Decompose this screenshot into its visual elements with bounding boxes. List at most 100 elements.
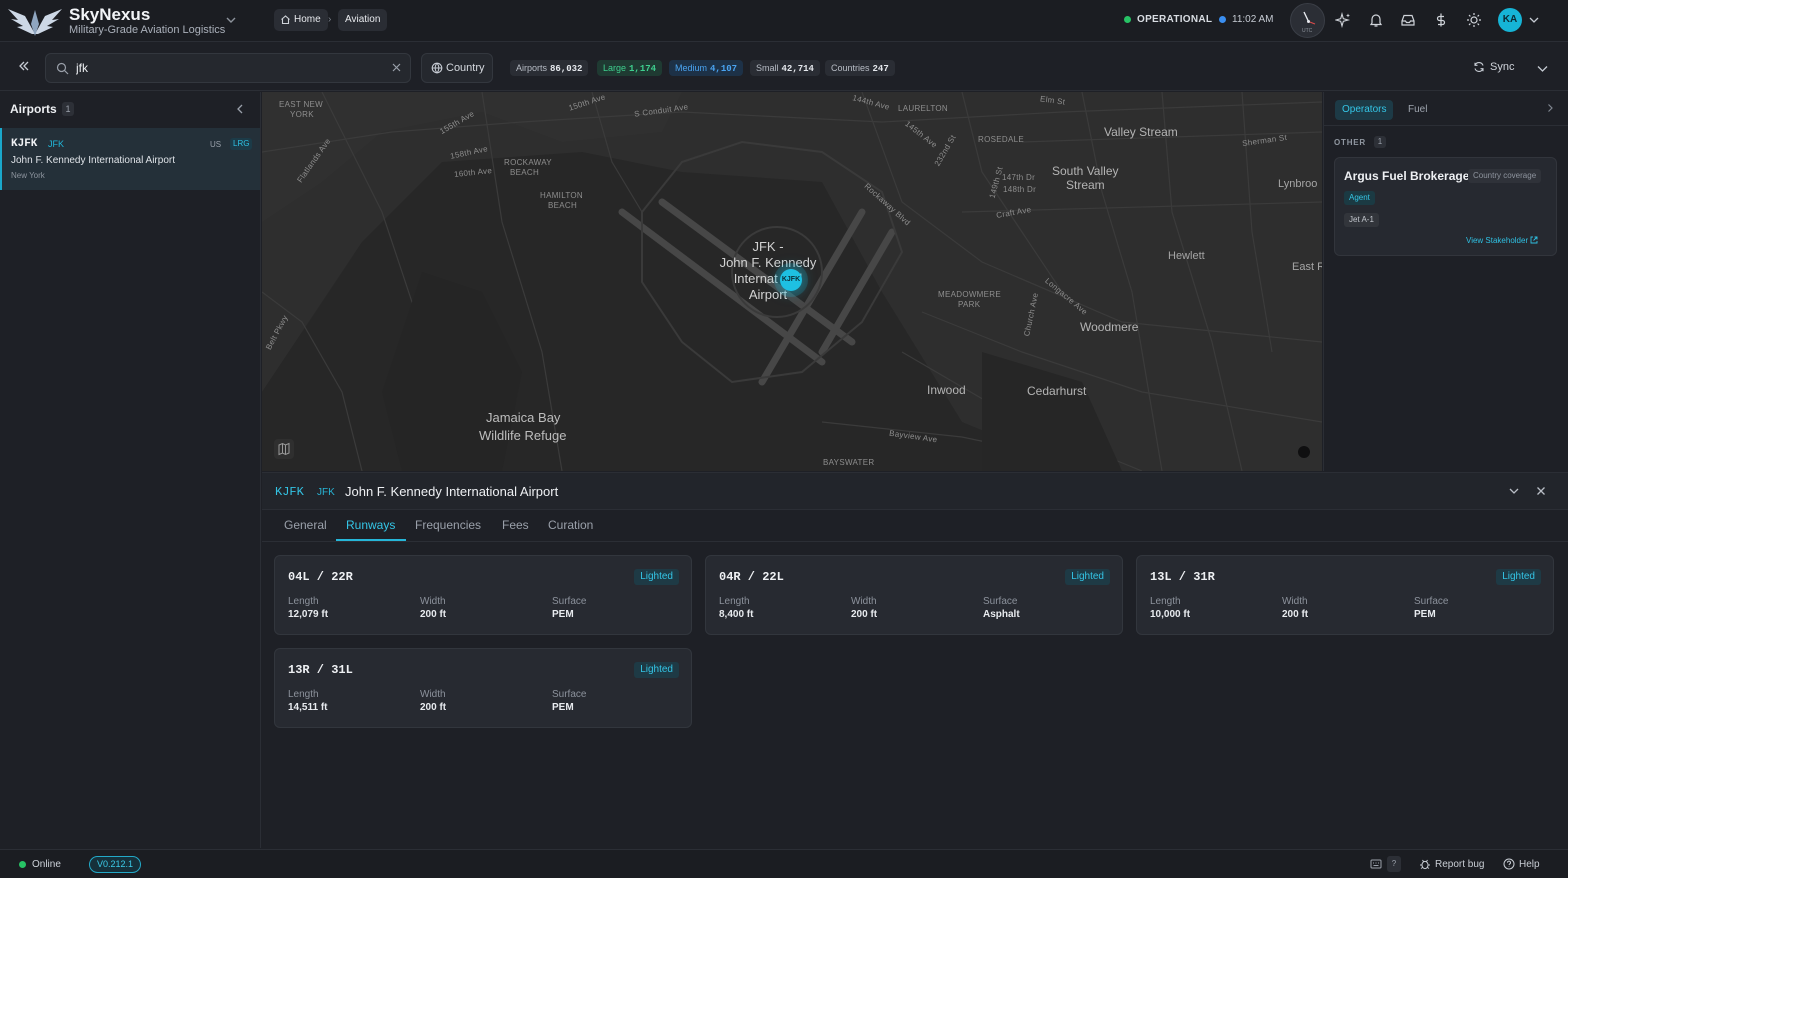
refresh-icon xyxy=(1474,62,1484,72)
tab-runways[interactable]: Runways xyxy=(346,518,395,532)
chevron-right-icon[interactable] xyxy=(1545,103,1555,113)
operator-fuel-badge: Jet A-1 xyxy=(1344,213,1379,227)
runway-surface-label: Surface xyxy=(1414,596,1449,607)
stat-airports-label: Airports xyxy=(516,63,548,73)
stat-countries-label: Countries xyxy=(831,63,870,73)
airport-size-badge: LRG xyxy=(230,138,253,150)
dollar-icon[interactable] xyxy=(1433,12,1449,28)
airport-country: US xyxy=(210,140,222,149)
map-info-icon[interactable] xyxy=(1298,446,1310,458)
map-label-valley-stream: Valley Stream xyxy=(1104,125,1178,139)
home-icon xyxy=(281,15,290,25)
globe-icon xyxy=(431,62,443,74)
runway-surface-value: PEM xyxy=(552,609,574,620)
runway-length-value: 12,079 ft xyxy=(288,609,329,620)
close-icon[interactable] xyxy=(391,62,402,73)
runway-width-value: 200 ft xyxy=(420,702,447,713)
map-label-laurelton: LAURELTON xyxy=(898,104,948,113)
runway-length-value: 14,511 ft xyxy=(288,702,328,713)
status-bar: Online V0.212.1 ? Report bug Help xyxy=(0,849,1568,878)
breadcrumb-home[interactable]: Home xyxy=(274,9,328,31)
chevron-down-icon[interactable] xyxy=(224,13,238,27)
map-label-beach: BEACH xyxy=(510,168,540,177)
runway-id: 04L / 22R xyxy=(288,570,353,584)
operators-panel: Operators Fuel OTHER 1 Argus Fuel Broker… xyxy=(1323,92,1568,471)
chevron-down-icon[interactable] xyxy=(1508,485,1520,497)
section-other-label: OTHER xyxy=(1334,138,1366,147)
airport-city: New York xyxy=(11,171,45,180)
airport-map[interactable]: EAST NEW YORK ROCKAWAY BEACH HAMILTON BE… xyxy=(262,92,1322,471)
double-chevron-left-icon[interactable] xyxy=(16,58,32,74)
sync-label: Sync xyxy=(1490,61,1515,73)
map-label-meadowmere: MEADOWMERE xyxy=(938,290,1001,299)
shortcut-key-badge[interactable]: ? xyxy=(1387,856,1401,872)
runway-width-label: Width xyxy=(420,689,446,700)
map-label-cedarhurst: Cedarhurst xyxy=(1027,384,1087,398)
tab-curation[interactable]: Curation xyxy=(548,518,593,532)
top-bar: SkyNexus Military-Grade Aviation Logisti… xyxy=(0,0,1568,42)
sun-icon[interactable] xyxy=(1466,12,1482,28)
map-airport-label: JFK - John F. Kennedy Internat l Airport xyxy=(712,239,824,303)
runway-length-label: Length xyxy=(288,689,319,700)
runway-lighting-badge: Lighted xyxy=(634,569,679,585)
stat-medium-label: Medium xyxy=(675,63,708,73)
chevron-down-icon[interactable] xyxy=(1536,62,1549,75)
view-stakeholder-label: View Stakeholder xyxy=(1466,236,1529,245)
report-bug-link[interactable]: Report bug xyxy=(1435,859,1484,870)
tab-fees[interactable]: Fees xyxy=(502,518,529,532)
runway-lighting-badge: Lighted xyxy=(1496,569,1541,585)
runway-lighting-badge: Lighted xyxy=(1065,569,1110,585)
map-label-stream: Stream xyxy=(1066,178,1105,192)
map-label-bayswater: BAYSWATER xyxy=(823,458,875,467)
help-link[interactable]: Help xyxy=(1519,859,1540,870)
sidebar-title: Airports xyxy=(10,102,57,116)
airport-list-item[interactable]: KJFK JFK US LRG John F. Kennedy Internat… xyxy=(0,128,260,190)
airport-detail-panel: KJFK JFK John F. Kennedy International A… xyxy=(262,472,1568,848)
runway-id: 13R / 31L xyxy=(288,663,353,677)
stat-medium-value: 4,107 xyxy=(710,64,738,74)
map-layers-icon[interactable] xyxy=(274,439,294,459)
chevron-left-icon[interactable] xyxy=(234,103,246,115)
view-stakeholder-link[interactable]: View Stakeholder xyxy=(1466,236,1538,245)
airport-iata: JFK xyxy=(48,139,65,149)
version-badge[interactable]: V0.212.1 xyxy=(89,856,142,873)
keyboard-icon[interactable] xyxy=(1370,858,1382,870)
close-icon[interactable] xyxy=(1535,485,1547,497)
runway-id: 13L / 31R xyxy=(1150,570,1215,584)
runway-surface-value: PEM xyxy=(552,702,574,713)
sparkles-icon[interactable] xyxy=(1335,12,1351,28)
chevron-down-icon[interactable] xyxy=(1528,14,1540,26)
airports-sidebar: Airports 1 KJFK JFK US LRG John F. Kenne… xyxy=(0,92,261,848)
operator-role-badge: Agent xyxy=(1344,191,1375,205)
detail-icao: KJFK xyxy=(275,485,304,499)
brand-subtitle: Military-Grade Aviation Logistics xyxy=(69,24,226,36)
stat-medium: Medium 4,107 xyxy=(669,60,744,76)
map-label-inwood: Inwood xyxy=(927,383,966,397)
inbox-icon[interactable] xyxy=(1400,12,1416,28)
map-airport-label-line4: Airport xyxy=(748,287,788,302)
map-label-147th-dr: 147th Dr xyxy=(1002,173,1036,182)
map-label-york: YORK xyxy=(290,110,314,119)
tab-operators[interactable]: Operators xyxy=(1335,100,1394,120)
breadcrumb-aviation[interactable]: Aviation xyxy=(338,9,388,31)
stat-airports-value: 86,032 xyxy=(550,64,583,74)
country-filter-button[interactable]: Country xyxy=(421,53,493,83)
tab-general[interactable]: General xyxy=(284,518,327,532)
runway-surface-label: Surface xyxy=(983,596,1018,607)
tab-fuel[interactable]: Fuel xyxy=(1401,100,1434,120)
search-input[interactable] xyxy=(76,59,376,77)
stat-countries-value: 247 xyxy=(872,64,889,74)
runway-surface-label: Surface xyxy=(552,689,587,700)
bell-icon[interactable] xyxy=(1368,12,1384,28)
stat-large-label: Large xyxy=(603,63,627,73)
runway-length-value: 10,000 ft xyxy=(1150,609,1191,620)
runway-lighting-badge: Lighted xyxy=(634,662,679,678)
map-label-east-r: East R xyxy=(1292,261,1322,273)
bug-icon[interactable] xyxy=(1419,858,1431,870)
tab-frequencies[interactable]: Frequencies xyxy=(415,518,481,532)
user-avatar[interactable]: KA xyxy=(1498,8,1522,32)
help-circle-icon[interactable] xyxy=(1503,858,1515,870)
airport-map-marker[interactable]: KJFK xyxy=(780,269,802,291)
sync-button[interactable]: Sync xyxy=(1473,61,1514,73)
utc-clock-widget[interactable]: UTC xyxy=(1290,3,1325,38)
